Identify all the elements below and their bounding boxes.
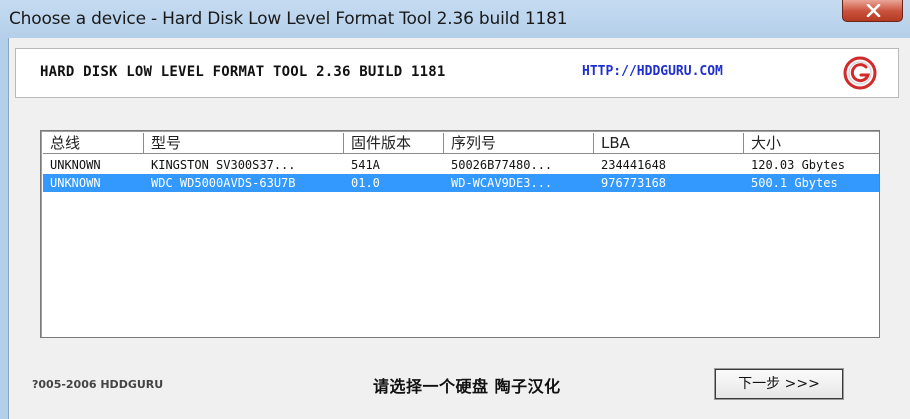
column-header-model[interactable]: 型号 xyxy=(144,133,344,154)
table-row-selected[interactable]: UNKNOWN WDC WD5000AVDS-63U7B 01.0 WD-WCA… xyxy=(43,174,879,192)
banner-title: HARD DISK LOW LEVEL FORMAT TOOL 2.36 BUI… xyxy=(40,64,446,80)
website-link[interactable]: HTTP://HDDGURU.COM xyxy=(582,64,723,79)
dialog-body: HARD DISK LOW LEVEL FORMAT TOOL 2.36 BUI… xyxy=(8,38,910,419)
next-button[interactable]: 下一步 >>> xyxy=(714,368,844,400)
table-row[interactable]: UNKNOWN KINGSTON SV300S37... 541A 50026B… xyxy=(43,156,879,174)
column-header-serial[interactable]: 序列号 xyxy=(444,133,594,154)
title-bar[interactable]: Choose a device - Hard Disk Low Level Fo… xyxy=(0,0,910,38)
app-window: Choose a device - Hard Disk Low Level Fo… xyxy=(0,0,910,419)
column-header-size[interactable]: 大小 xyxy=(744,133,879,154)
column-header-bus[interactable]: 总线 xyxy=(43,133,144,154)
cell-firmware: 01.0 xyxy=(351,176,380,190)
window-title: Choose a device - Hard Disk Low Level Fo… xyxy=(9,9,568,29)
cell-lba: 976773168 xyxy=(601,176,667,190)
instruction-text: 请选择一个硬盘 陶子汉化 xyxy=(373,377,561,396)
close-icon xyxy=(866,4,881,17)
cell-size: 500.1 Gbytes xyxy=(751,176,838,190)
copyright-text: ?005-2006 HDDGURU xyxy=(32,378,164,391)
cell-lba: 234441648 xyxy=(601,158,667,172)
cell-bus: UNKNOWN xyxy=(50,158,101,172)
cell-serial: WD-WCAV9DE3... xyxy=(451,176,553,190)
cell-bus: UNKNOWN xyxy=(50,176,101,190)
device-list-header: 总线 型号 固件版本 序列号 LBA 大小 xyxy=(43,133,879,155)
device-list[interactable]: 总线 型号 固件版本 序列号 LBA 大小 UNKNOWN KINGSTON S… xyxy=(40,130,880,338)
cell-model: KINGSTON SV300S37... xyxy=(151,158,296,172)
close-button[interactable] xyxy=(842,0,903,22)
cell-firmware: 541A xyxy=(351,158,380,172)
hddguru-logo-icon xyxy=(843,56,877,90)
column-header-lba[interactable]: LBA xyxy=(594,133,744,154)
cell-size: 120.03 Gbytes xyxy=(751,158,845,172)
cell-model: WDC WD5000AVDS-63U7B xyxy=(151,176,296,190)
header-banner: HARD DISK LOW LEVEL FORMAT TOOL 2.36 BUI… xyxy=(15,48,899,98)
cell-serial: 50026B77480... xyxy=(451,158,553,172)
column-header-firmware[interactable]: 固件版本 xyxy=(344,133,444,154)
